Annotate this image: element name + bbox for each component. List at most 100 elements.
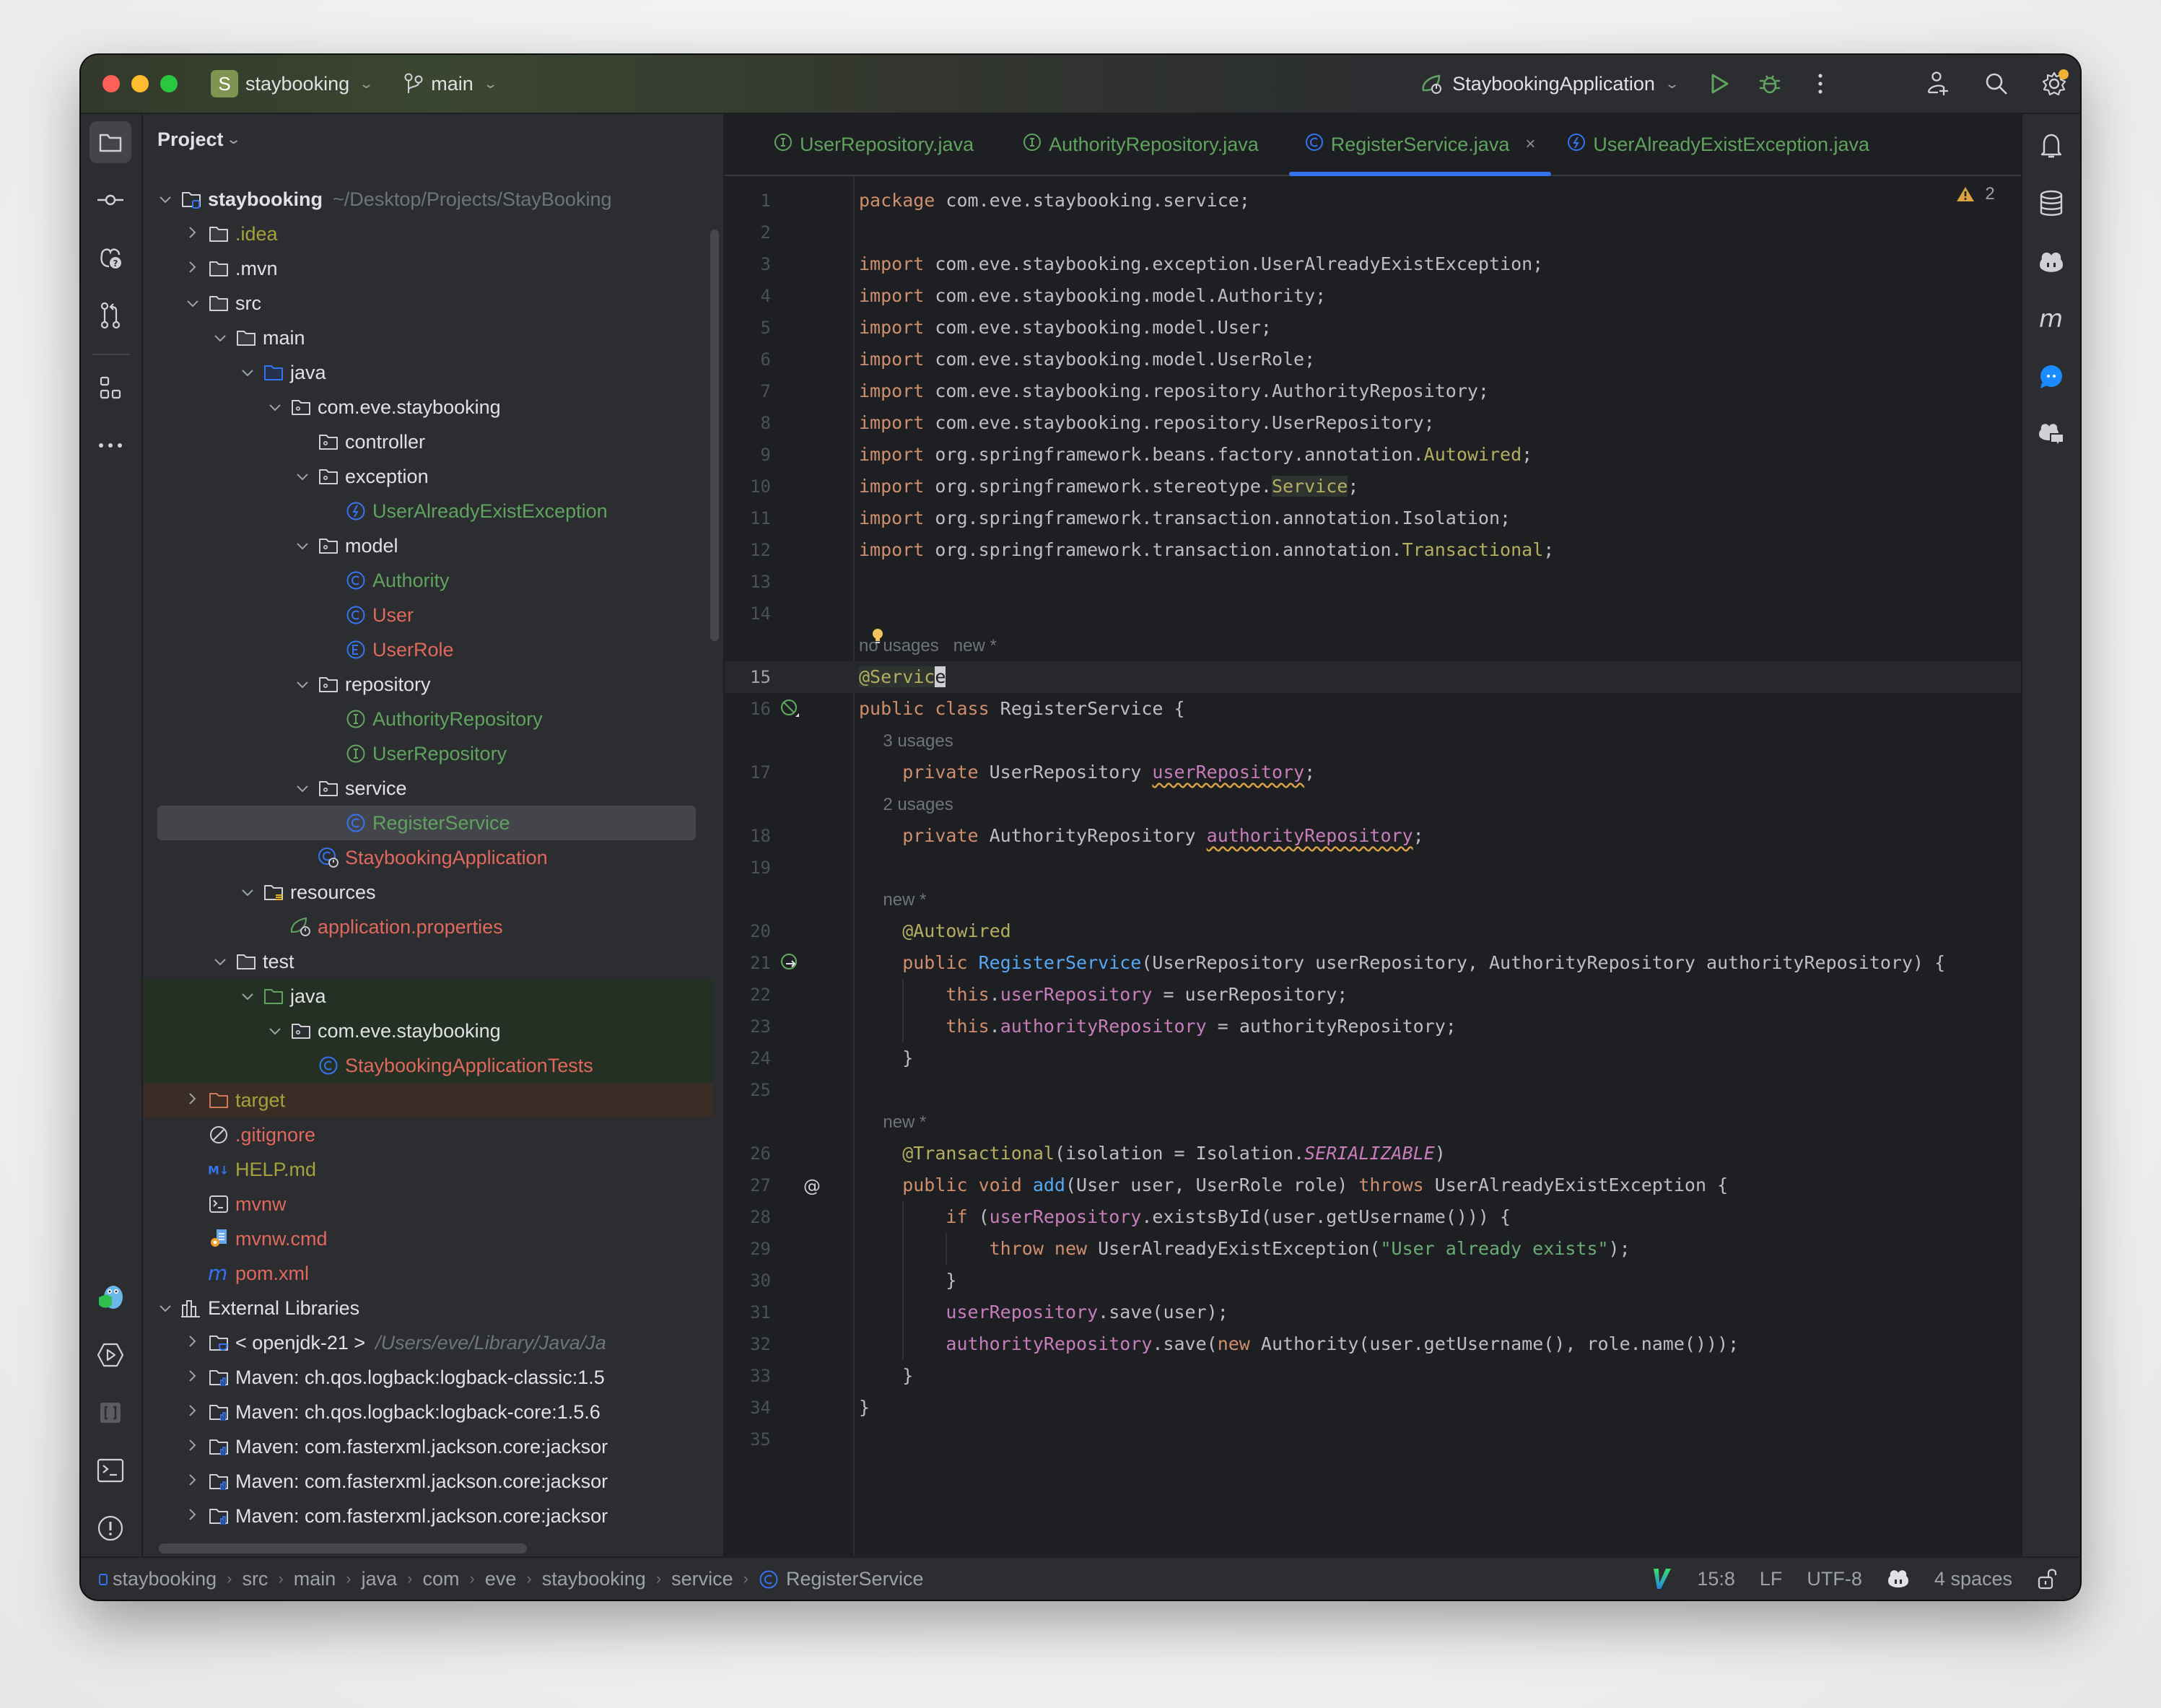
chevron-down-icon[interactable]: [211, 328, 230, 347]
tree-item[interactable]: exception: [143, 459, 713, 494]
line-number[interactable]: 1: [725, 185, 771, 217]
line-number[interactable]: 17: [725, 757, 771, 788]
tree-item[interactable]: Authority: [143, 563, 713, 598]
line-number[interactable]: 35: [725, 1424, 771, 1455]
tree-item[interactable]: com.eve.staybooking: [143, 1014, 713, 1048]
chevron-right-icon[interactable]: [183, 1507, 202, 1525]
chevron-down-icon[interactable]: [238, 883, 257, 902]
structure-tool-button[interactable]: [90, 367, 131, 409]
tree-item[interactable]: Maven: ch.qos.logback:logback-core:1.5.6: [143, 1395, 713, 1429]
breadcrumb-item[interactable]: staybooking: [542, 1568, 646, 1590]
line-number[interactable]: 11: [725, 502, 771, 534]
tree-item[interactable]: StaybookingApplicationTests: [143, 1048, 713, 1083]
chevron-right-icon[interactable]: [183, 225, 202, 243]
line-number[interactable]: 12: [725, 534, 771, 566]
tree-item[interactable]: Maven: ch.qos.logback:logback-classic:1.…: [143, 1360, 713, 1395]
tree-item[interactable]: repository: [143, 667, 713, 702]
notifications-button[interactable]: [2034, 128, 2069, 163]
ai-assistant-tool-button[interactable]: ?: [90, 237, 131, 279]
maximize-window-button[interactable]: [160, 75, 178, 92]
tree-item[interactable]: .idea: [143, 217, 713, 251]
line-number[interactable]: 32: [725, 1328, 771, 1360]
problems-tool-button[interactable]: [90, 1507, 131, 1549]
line-number[interactable]: 4: [725, 280, 771, 312]
chevron-right-icon[interactable]: [183, 1368, 202, 1387]
tree-item[interactable]: mvnw.cmd: [143, 1221, 713, 1256]
code-editor[interactable]: 2 ⌃ ⌄ 1package com.eve.staybooking.servi…: [725, 176, 2080, 1558]
line-number[interactable]: 2: [725, 217, 771, 248]
minimize-window-button[interactable]: [131, 75, 149, 92]
chat-tool-button[interactable]: [2034, 360, 2069, 394]
branch-switcher[interactable]: main ⌄: [403, 73, 498, 95]
breadcrumb-item[interactable]: eve: [485, 1568, 517, 1590]
line-number[interactable]: 18: [725, 820, 771, 852]
caret-position[interactable]: 15:8: [1697, 1568, 1735, 1590]
tab-register-service[interactable]: RegisterService.java ×: [1288, 114, 1552, 176]
chevron-right-icon[interactable]: [183, 1333, 202, 1352]
breadcrumb-item[interactable]: service: [671, 1568, 733, 1590]
intention-bulb-icon[interactable]: [872, 628, 883, 644]
chevron-right-icon[interactable]: [183, 1437, 202, 1456]
tree-item[interactable]: main: [143, 321, 713, 355]
project-view-selector[interactable]: Project ⌄: [157, 128, 241, 151]
project-switcher[interactable]: S staybooking ⌄: [211, 70, 374, 97]
file-encoding[interactable]: UTF-8: [1807, 1568, 1862, 1590]
line-number[interactable]: 24: [725, 1042, 771, 1074]
chevron-down-icon[interactable]: [238, 987, 257, 1006]
database-tool-button[interactable]: [2034, 186, 2069, 221]
more-tools-button[interactable]: [90, 424, 131, 466]
commit-tool-button[interactable]: [90, 179, 131, 221]
chevron-down-icon[interactable]: [266, 1021, 284, 1040]
line-number[interactable]: 16: [725, 693, 771, 725]
line-number[interactable]: 8: [725, 407, 771, 439]
chevron-down-icon[interactable]: [293, 675, 312, 694]
maven-tool-button[interactable]: m: [2034, 302, 2069, 336]
tree-item[interactable]: java: [143, 979, 713, 1014]
tree-item[interactable]: java: [143, 355, 713, 390]
run-configuration-selector[interactable]: StaybookingApplication ⌄: [1420, 73, 1680, 95]
code-inlay-hint[interactable]: 3 usages: [859, 725, 953, 757]
settings-button[interactable]: [2038, 68, 2070, 100]
code-inlay-hint[interactable]: new *: [859, 1106, 926, 1138]
line-number[interactable]: 3: [725, 248, 771, 280]
code-with-me-button[interactable]: [1923, 68, 1955, 100]
vim-mode-icon[interactable]: [1651, 1567, 1672, 1590]
line-number[interactable]: 14: [725, 598, 771, 629]
tree-item[interactable]: mvnw: [143, 1187, 713, 1221]
tree-item[interactable]: model: [143, 528, 713, 563]
tree-item[interactable]: Maven: com.fasterxml.jackson.core:jackso…: [143, 1429, 713, 1464]
breadcrumb-item[interactable]: java: [362, 1568, 398, 1590]
chevron-down-icon[interactable]: [211, 952, 230, 971]
go-plugin-tool-button[interactable]: [90, 1276, 131, 1318]
line-number[interactable]: 27: [725, 1169, 771, 1201]
chevron-down-icon[interactable]: [156, 190, 175, 209]
request-mapping-gutter-icon[interactable]: @: [801, 1175, 824, 1198]
breadcrumb-item[interactable]: src: [242, 1568, 268, 1590]
line-number[interactable]: 21: [725, 947, 771, 979]
tree-item[interactable]: AuthorityRepository: [143, 702, 713, 736]
breadcrumb-item[interactable]: main: [294, 1568, 336, 1590]
tree-item[interactable]: service: [143, 771, 713, 806]
terminal-tool-button[interactable]: [90, 1450, 131, 1491]
tree-item[interactable]: staybooking ~/Desktop/Projects/StayBookin…: [143, 182, 713, 217]
code-inlay-hint[interactable]: 2 usages: [859, 788, 953, 820]
tab-user-already-exist-exception[interactable]: UserAlreadyExistException.java: [1551, 114, 1885, 175]
tree-item[interactable]: StaybookingApplication: [143, 840, 713, 875]
line-number[interactable]: 6: [725, 344, 771, 375]
breadcrumb-item[interactable]: staybooking: [113, 1568, 217, 1590]
chevron-down-icon[interactable]: [293, 536, 312, 555]
project-horizontal-scrollbar[interactable]: [159, 1543, 527, 1554]
line-number[interactable]: 13: [725, 566, 771, 598]
chevron-down-icon[interactable]: [183, 294, 202, 313]
line-number[interactable]: 7: [725, 375, 771, 407]
tree-item[interactable]: User: [143, 598, 713, 632]
json-tool-button[interactable]: [90, 1392, 131, 1434]
copilot-status-icon[interactable]: [1887, 1568, 1910, 1590]
tree-item[interactable]: UserAlreadyExistException: [143, 494, 713, 528]
tab-user-repository[interactable]: UserRepository.java: [758, 114, 990, 175]
tree-item[interactable]: resources: [143, 875, 713, 910]
tree-item[interactable]: target: [143, 1083, 713, 1117]
chevron-down-icon[interactable]: [293, 779, 312, 798]
chevron-down-icon[interactable]: [293, 467, 312, 486]
line-number[interactable]: 25: [725, 1074, 771, 1106]
